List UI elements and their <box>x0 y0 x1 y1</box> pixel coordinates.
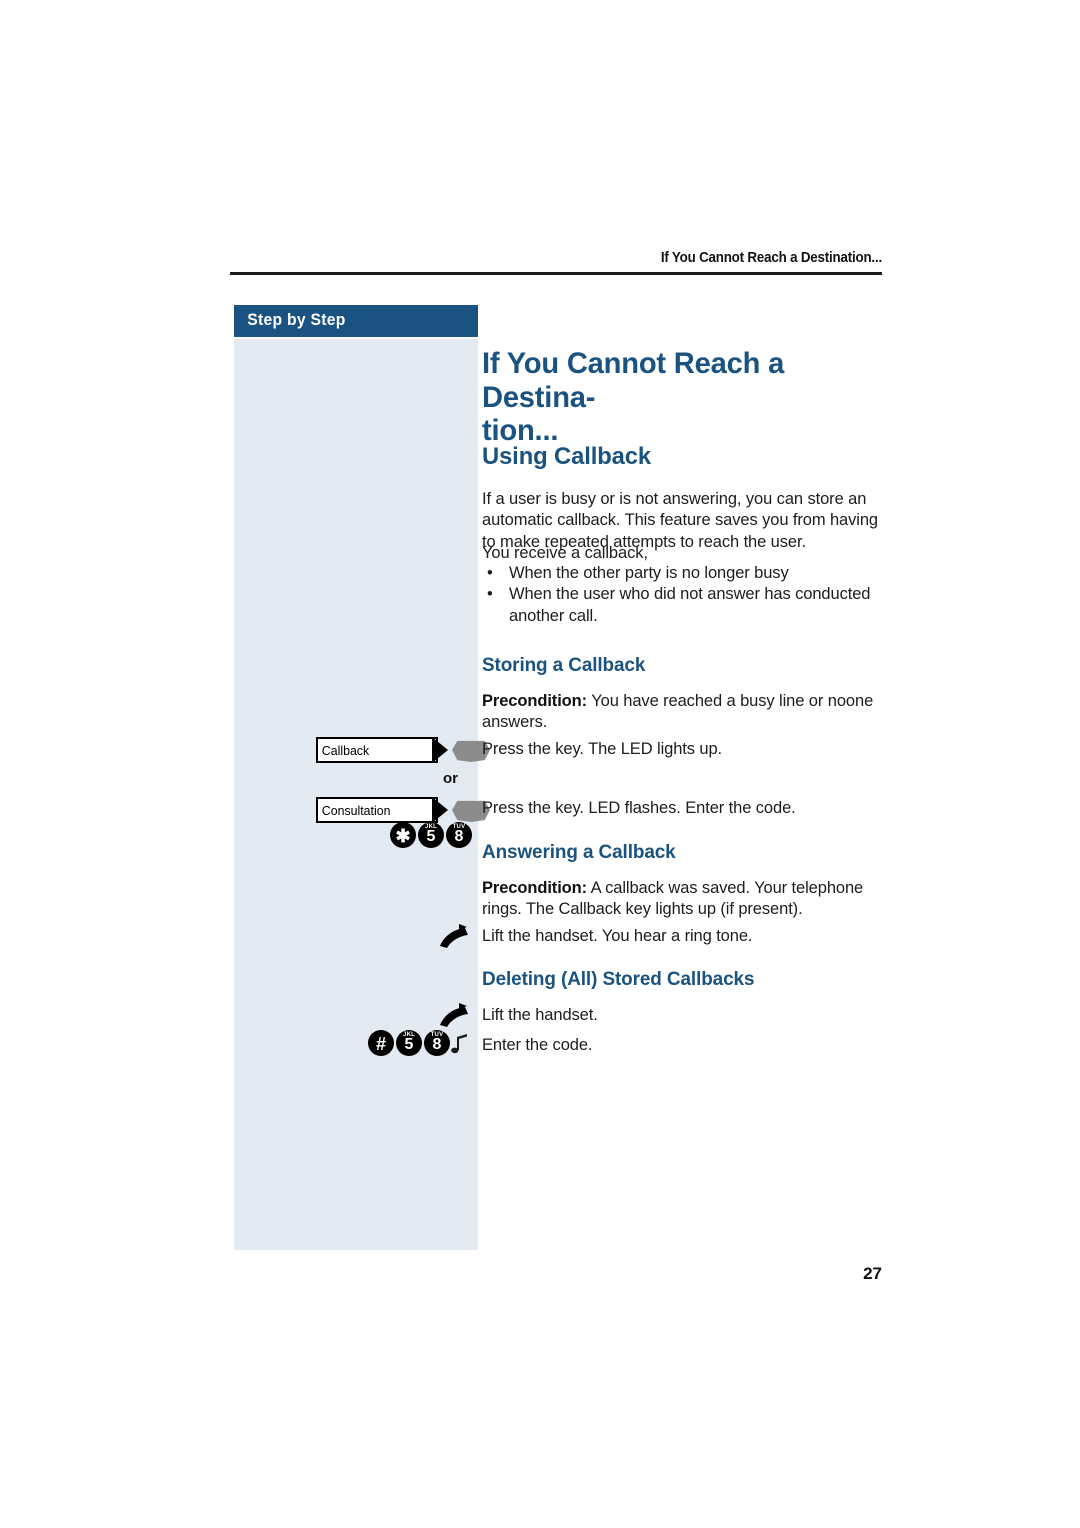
function-key-label: Consultation <box>321 803 391 818</box>
keypad-key-digit: 5 <box>426 827 436 845</box>
subsection-heading-deleting-stored-callbacks: Deleting (All) Stored Callbacks <box>482 968 755 990</box>
keypad-key-letters: JKL <box>425 824 437 830</box>
step-by-step-header: Step by Step <box>234 305 478 337</box>
page-number: 27 <box>863 1264 882 1283</box>
document-page: If You Cannot Reach a Destination... Ste… <box>0 0 1080 1528</box>
or-label: or <box>443 770 458 787</box>
keypad-key-hash[interactable]: # <box>368 1030 394 1056</box>
page-title: If You Cannot Reach a Destina- tion... <box>482 347 870 448</box>
keypad-code-star-5-8[interactable]: ✱ JKL 5 TUV 8 <box>390 822 472 848</box>
keypad-key-8[interactable]: TUV 8 <box>446 822 472 848</box>
lift-handset-icon <box>438 1001 472 1032</box>
list-item: • When the user who did not answer has c… <box>482 584 886 627</box>
keypad-key-digit: # <box>375 1033 386 1054</box>
running-header: If You Cannot Reach a Destination... <box>660 250 882 266</box>
precondition-label: Precondition: <box>482 692 588 710</box>
function-key-pointer-icon <box>432 737 448 763</box>
page-title-line-1: If You Cannot Reach a Destina- <box>482 347 785 414</box>
callback-conditions-list: • When the other party is no longer busy… <box>482 563 886 627</box>
step-by-step-title: Step by Step <box>247 311 346 329</box>
header-rule <box>230 272 882 275</box>
keypad-key-digit: 8 <box>432 1035 442 1053</box>
bullet-icon: • <box>487 564 493 582</box>
keypad-key-letters: JKL <box>403 1032 415 1038</box>
keypad-code-hash-5-8[interactable]: # JKL 5 TUV 8 <box>368 1030 450 1056</box>
step-enter-the-code: Enter the code. <box>482 1036 593 1054</box>
keypad-key-digit: 8 <box>454 827 464 845</box>
keypad-key-5[interactable]: JKL 5 <box>418 822 444 848</box>
precondition-storing: Precondition: You have reached a busy li… <box>482 691 886 734</box>
subsection-heading-answering-a-callback: Answering a Callback <box>482 841 676 863</box>
list-item: • When the other party is no longer busy <box>482 563 886 584</box>
step-lift-handset-ring-tone: Lift the handset. You hear a ring tone. <box>482 927 753 945</box>
keypad-key-letters: TUV <box>452 824 466 830</box>
keypad-key-digit: ✱ <box>395 825 411 846</box>
keypad-key-5[interactable]: JKL 5 <box>396 1030 422 1056</box>
function-key-pointer-icon <box>432 797 448 823</box>
list-item-label: When the other party is no longer busy <box>509 564 789 582</box>
bullet-icon: • <box>487 585 493 604</box>
tone-note-icon <box>448 1031 472 1061</box>
precondition-label: Precondition: <box>482 879 588 897</box>
intro-lead-in: You receive a callback, <box>482 544 648 562</box>
function-key-label-box: Callback <box>316 737 438 763</box>
step-lift-handset: Lift the handset. <box>482 1006 598 1024</box>
section-heading-using-callback: Using Callback <box>482 443 652 470</box>
list-item-label: When the user who did not answer has con… <box>509 585 871 625</box>
lift-handset-icon <box>438 922 472 953</box>
keypad-key-digit: 5 <box>404 1035 414 1053</box>
keypad-key-8[interactable]: TUV 8 <box>424 1030 450 1056</box>
step-press-key-led-flashes: Press the key. LED flashes. Enter the co… <box>482 799 796 817</box>
step-press-key-led-lights: Press the key. The LED lights up. <box>482 740 723 758</box>
keypad-key-star[interactable]: ✱ <box>390 822 416 848</box>
step-by-step-panel <box>234 339 478 1250</box>
precondition-answering: Precondition: A callback was saved. Your… <box>482 878 886 921</box>
keypad-key-letters: TUV <box>430 1032 444 1038</box>
function-key-label: Callback <box>321 743 370 758</box>
subsection-heading-storing-a-callback: Storing a Callback <box>482 654 646 676</box>
function-key-label-box: Consultation <box>316 797 438 823</box>
